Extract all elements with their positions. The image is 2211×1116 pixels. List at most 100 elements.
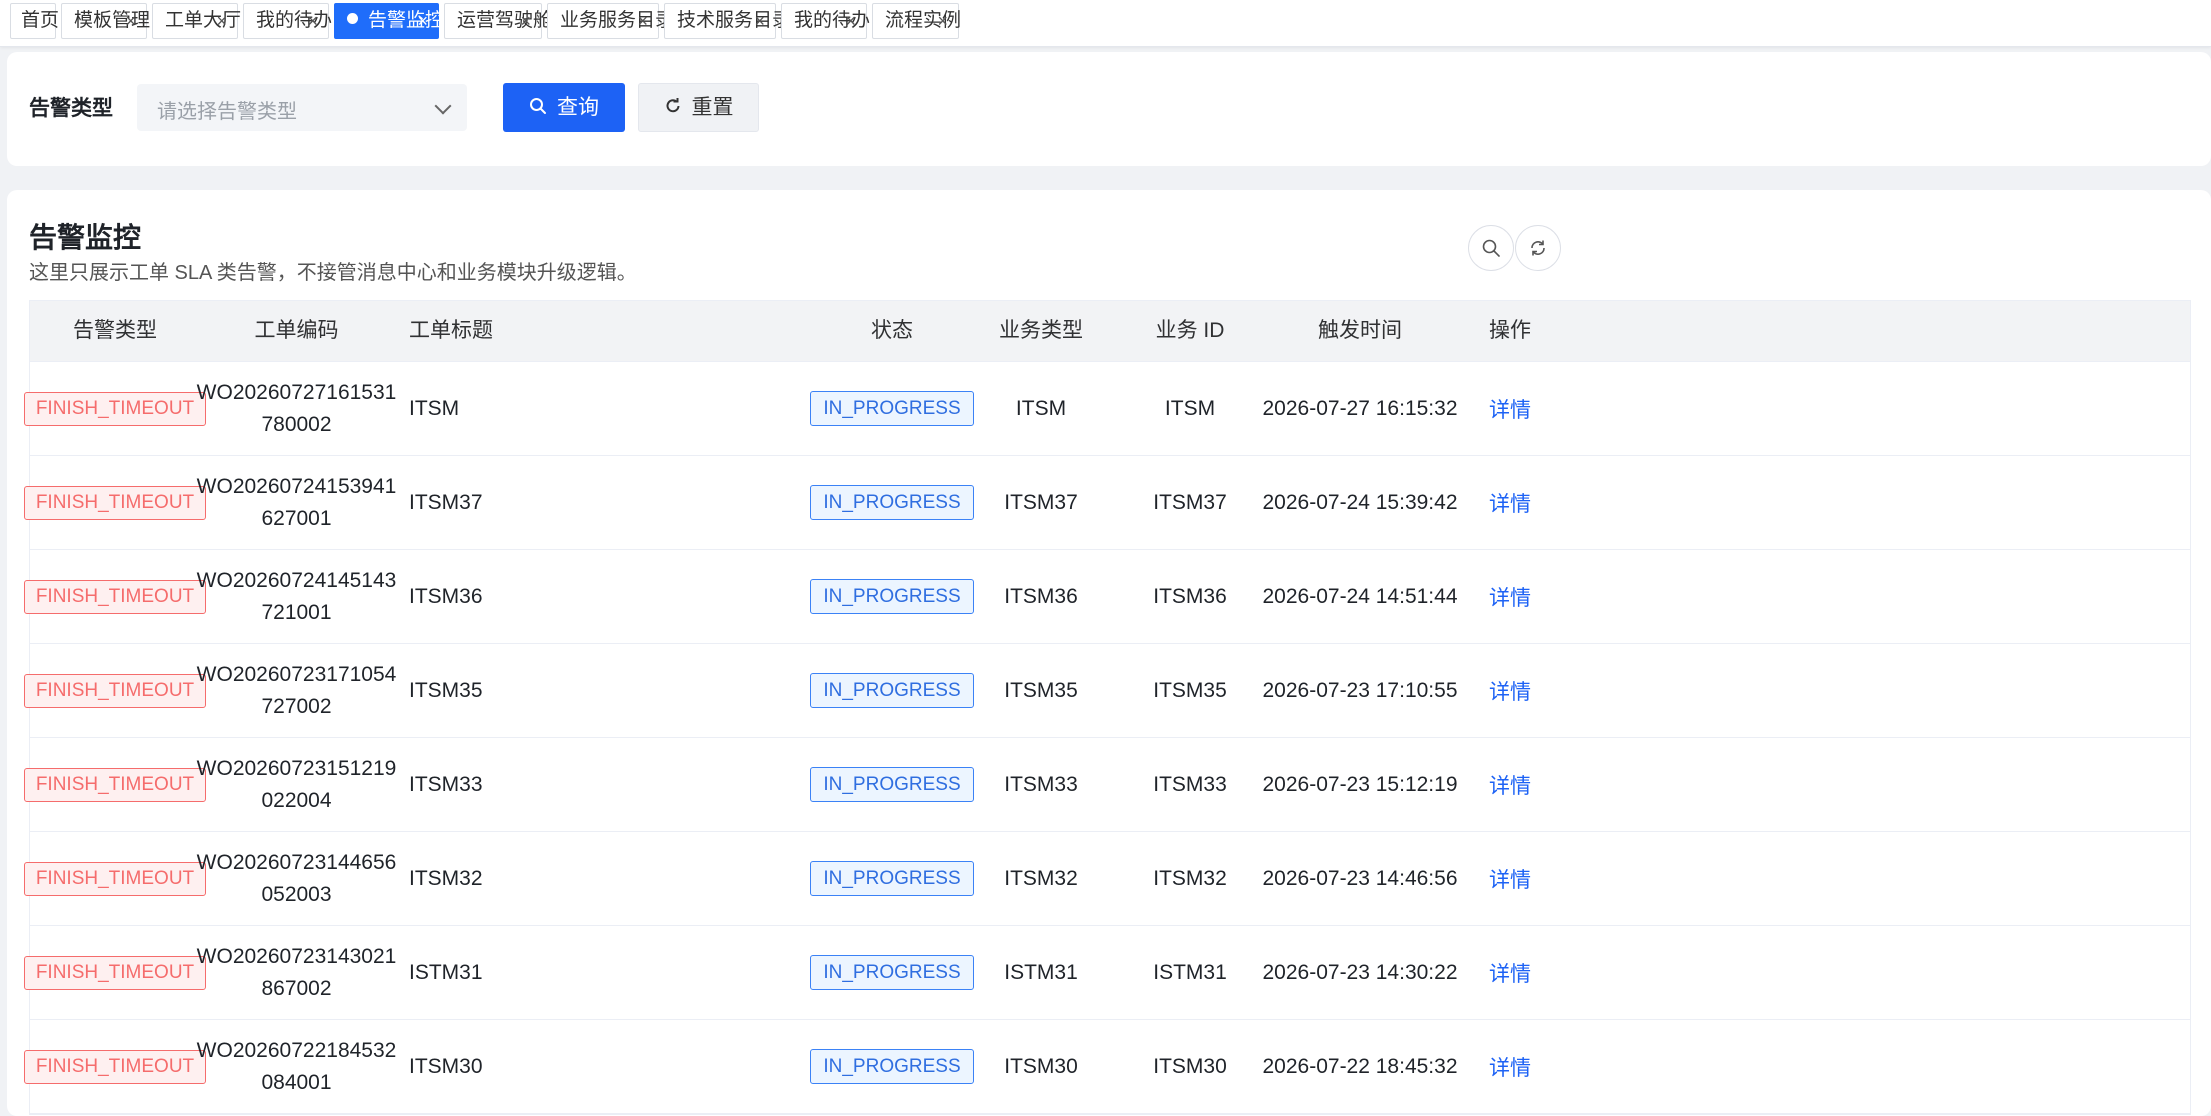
tab-alert-monitor[interactable]: 告警监控 × (334, 3, 444, 39)
ticket-code-line1: WO20260727161531 (196, 380, 397, 404)
column-header-action: 操作 (1489, 319, 1531, 342)
page-title: 告警监控 (29, 222, 142, 253)
ticket-code-line2: 867002 (261, 976, 332, 1000)
action-cell: 详情 (1460, 1020, 1560, 1113)
page-description: 这里只展示工单 SLA 类告警，不接管消息中心和业务模块升级逻辑。 (29, 262, 637, 284)
detail-link[interactable]: 详情 (1489, 676, 1531, 706)
ticket-code-cell: WO20260722184532 084001 (197, 1020, 397, 1113)
action-cell: 详情 (1460, 550, 1560, 643)
alert-type-cell: FINISH_TIMEOUT (23, 456, 207, 549)
ticket-title-cell: ITSM32 (409, 866, 483, 890)
tab-ticket-hall[interactable]: 工单大厅 × (152, 3, 241, 39)
reset-button[interactable]: 重置 (638, 83, 759, 132)
detail-link[interactable]: 详情 (1489, 958, 1531, 988)
trigger-time-cell: 2026-07-24 14:51:44 (1262, 584, 1458, 608)
tab-template-management[interactable]: 模板管理 × (61, 3, 150, 39)
column-header-alert-type: 告警类型 (73, 319, 157, 342)
close-icon[interactable]: × (307, 4, 318, 38)
ticket-code-line1: WO20260722184532 (196, 1038, 397, 1062)
tab-ops-cockpit[interactable]: 运营驾驶舱 × (444, 3, 552, 39)
detail-link[interactable]: 详情 (1489, 864, 1531, 894)
alert-list-card: 告警监控 这里只展示工单 SLA 类告警，不接管消息中心和业务模块升级逻辑。 告… (7, 190, 2211, 1116)
table-row: FINISH_TIMEOUT WO20260723143021 867002 I… (23, 926, 2190, 1020)
alert-type-tag: FINISH_TIMEOUT (23, 579, 207, 614)
query-button-label: 查询 (557, 96, 599, 119)
close-icon[interactable]: × (637, 4, 648, 38)
ticket-code-line2: 052003 (261, 882, 332, 906)
alert-type-cell: FINISH_TIMEOUT (23, 644, 207, 737)
action-cell: 详情 (1460, 456, 1560, 549)
close-icon[interactable]: × (125, 4, 136, 38)
detail-link[interactable]: 详情 (1489, 1052, 1531, 1082)
column-header-ticket-code: 工单编码 (254, 319, 339, 342)
action-cell: 详情 (1460, 362, 1560, 455)
query-button[interactable]: 查询 (503, 83, 625, 132)
ticket-title-cell: ITSM37 (409, 490, 483, 514)
detail-link[interactable]: 详情 (1489, 394, 1531, 424)
tab-business-service-catalog[interactable]: 业务服务目录 × (547, 3, 674, 39)
tab-home[interactable]: 首页 (10, 3, 60, 39)
alert-type-tag: FINISH_TIMEOUT (23, 485, 207, 520)
trigger-time-cell: 2026-07-24 15:39:42 (1262, 490, 1458, 514)
table-body: FINISH_TIMEOUT WO20260727161531 780002 I… (23, 362, 2190, 1114)
tab-label: 首页 (21, 10, 60, 31)
tab-label: 我的待办 (794, 10, 871, 31)
select-placeholder: 请选择告警类型 (157, 101, 297, 123)
tab-tech-service-catalog[interactable]: 技术服务目录 × (664, 3, 791, 39)
detail-link[interactable]: 详情 (1489, 582, 1531, 612)
ticket-title-cell: ITSM35 (409, 678, 483, 702)
action-cell: 详情 (1460, 738, 1560, 831)
alert-type-cell: FINISH_TIMEOUT (23, 550, 207, 643)
ticket-code-line1: WO20260723144656 (196, 850, 397, 874)
table-row: FINISH_TIMEOUT WO20260724145143 721001 I… (23, 550, 2190, 644)
alert-type-tag: FINISH_TIMEOUT (23, 1049, 207, 1084)
detail-link[interactable]: 详情 (1489, 488, 1531, 518)
ticket-code-cell: WO20260723151219 022004 (197, 738, 397, 831)
ticket-code-cell: WO20260723144656 052003 (197, 832, 397, 925)
alert-type-tag: FINISH_TIMEOUT (23, 767, 207, 802)
ticket-code-line2: 780002 (261, 412, 332, 436)
filter-panel: 告警类型 请选择告警类型 查询 重置 (7, 52, 2211, 166)
close-icon[interactable]: × (417, 4, 428, 38)
alert-type-cell: FINISH_TIMEOUT (23, 832, 207, 925)
tab-process-instance[interactable]: 流程实例 × (872, 3, 961, 39)
trigger-time-cell: 2026-07-23 14:30:22 (1262, 960, 1458, 984)
toolbar-refresh-button[interactable] (1515, 225, 1561, 271)
alert-type-tag: FINISH_TIMEOUT (23, 391, 207, 426)
ticket-code-line2: 084001 (261, 1070, 332, 1094)
tab-label: 技术服务目录 (677, 10, 792, 31)
table-row: FINISH_TIMEOUT WO20260723151219 022004 I… (23, 738, 2190, 832)
column-header-trigger-time: 触发时间 (1318, 319, 1402, 342)
tab-my-todo[interactable]: 我的待办 × (243, 3, 332, 39)
toolbar-search-button[interactable] (1468, 225, 1514, 271)
close-icon[interactable]: × (845, 4, 856, 38)
tab-label: 运营驾驶舱 (457, 10, 553, 31)
reset-button-label: 重置 (691, 96, 734, 119)
tab-label: 业务服务目录 (560, 10, 675, 31)
alert-type-cell: FINISH_TIMEOUT (23, 926, 207, 1019)
active-dot-icon (347, 13, 358, 25)
table-row: FINISH_TIMEOUT WO20260723171054 727002 I… (23, 644, 2190, 738)
search-icon (530, 98, 546, 115)
close-icon[interactable]: × (754, 4, 765, 38)
table-row: FINISH_TIMEOUT WO20260727161531 780002 I… (23, 362, 2190, 456)
ticket-code-line1: WO20260723171054 (196, 662, 397, 686)
chevron-down-icon (434, 97, 452, 115)
trigger-time-cell: 2026-07-23 14:46:56 (1262, 866, 1458, 890)
alert-type-cell: FINISH_TIMEOUT (23, 362, 207, 455)
close-icon[interactable]: × (216, 4, 227, 38)
tab-my-todo-2[interactable]: 我的待办 × (781, 3, 871, 39)
close-icon[interactable]: × (520, 4, 531, 38)
alert-type-cell: FINISH_TIMEOUT (23, 1020, 207, 1113)
ticket-code-line1: WO20260724145143 (196, 568, 397, 592)
ticket-code-cell: WO20260727161531 780002 (197, 362, 397, 455)
tab-bar: 首页 模板管理 × 工单大厅 × 我的待办 × 告警监控 × 运营驾驶舱 × 业… (0, 0, 2211, 47)
detail-link[interactable]: 详情 (1489, 770, 1531, 800)
ticket-code-cell: WO20260724145143 721001 (197, 550, 397, 643)
table-header: 告警类型 工单编码 工单标题 状态 业务类型 业务 ID 触发时间 操作 (30, 301, 2190, 362)
search-icon (1482, 239, 1500, 257)
close-icon[interactable]: × (937, 4, 948, 38)
ticket-code-line2: 727002 (261, 694, 332, 718)
alert-type-select[interactable]: 请选择告警类型 (137, 84, 467, 131)
action-cell: 详情 (1460, 644, 1560, 737)
